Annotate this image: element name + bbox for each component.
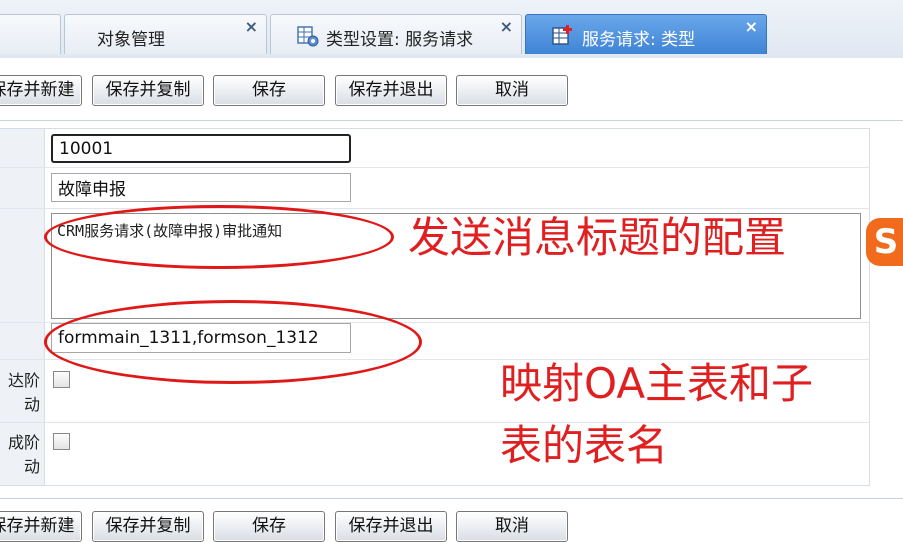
close-icon[interactable]: × bbox=[745, 19, 758, 35]
tab-partial[interactable] bbox=[0, 14, 61, 54]
row5-checkbox[interactable] bbox=[53, 371, 70, 388]
tab-label: 服务请求: 类型 bbox=[582, 30, 696, 50]
grid-add-icon bbox=[552, 25, 572, 45]
grid-settings-icon bbox=[297, 26, 319, 47]
save-and-copy-button-bottom[interactable]: 保存并复制 bbox=[92, 511, 204, 542]
bottom-toolbar: 保存并新建 保存并复制 保存 保存并退出 取消 bbox=[0, 498, 903, 542]
row-divider bbox=[0, 167, 870, 168]
tab-label: 类型设置: 服务请求 bbox=[326, 30, 474, 50]
save-and-new-button-bottom[interactable]: 保存并新建 bbox=[0, 511, 82, 542]
tab-strip: 对象管理 × 类型设置: 服务请求 × 服务请求: 类型 × bbox=[0, 0, 903, 59]
cancel-button[interactable]: 取消 bbox=[456, 75, 568, 106]
message-title-highlight-ellipse bbox=[44, 205, 394, 269]
table-names-highlight-ellipse bbox=[44, 300, 422, 384]
tab-label: 对象管理 bbox=[97, 30, 165, 50]
close-icon[interactable]: × bbox=[245, 19, 258, 35]
save-and-exit-button[interactable]: 保存并退出 bbox=[335, 75, 447, 106]
row6-label: 成阶 动 bbox=[7, 433, 40, 476]
sogou-ime-icon[interactable]: S bbox=[866, 218, 903, 266]
close-icon[interactable]: × bbox=[500, 19, 513, 35]
table-names-annotation: 映射OA主表和子 表的表名 bbox=[500, 359, 814, 470]
cancel-button-bottom[interactable]: 取消 bbox=[456, 511, 568, 542]
toolbar: 保存并新建 保存并复制 保存 保存并退出 取消 bbox=[0, 58, 903, 121]
row5-label: 达阶 动 bbox=[7, 371, 40, 414]
tab-service-request-type[interactable]: 服务请求: 类型 × bbox=[525, 14, 767, 54]
tab-type-settings[interactable]: 类型设置: 服务请求 × bbox=[270, 14, 522, 54]
code-input[interactable] bbox=[51, 134, 351, 163]
message-title-annotation: 发送消息标题的配置 bbox=[408, 213, 787, 262]
save-and-copy-button[interactable]: 保存并复制 bbox=[92, 75, 204, 106]
name-input[interactable] bbox=[51, 173, 351, 202]
tab-object-management[interactable]: 对象管理 × bbox=[64, 14, 267, 54]
save-button[interactable]: 保存 bbox=[213, 75, 325, 106]
save-button-bottom[interactable]: 保存 bbox=[213, 511, 325, 542]
save-and-exit-button-bottom[interactable]: 保存并退出 bbox=[335, 511, 447, 542]
row6-checkbox[interactable] bbox=[53, 433, 70, 450]
save-and-new-button[interactable]: 保存并新建 bbox=[0, 75, 82, 106]
